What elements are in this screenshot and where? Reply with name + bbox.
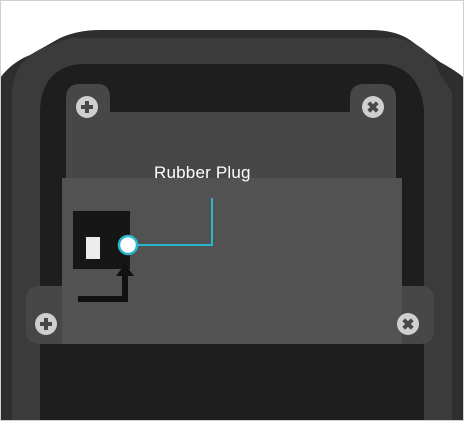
bottom-left-screw-icon — [35, 313, 57, 335]
bottom-right-screw-icon — [397, 313, 419, 335]
top-right-screw-icon — [362, 96, 384, 118]
device-diagram: Rubber Plug — [0, 0, 464, 421]
device-illustration — [0, 0, 464, 421]
top-left-screw-icon — [76, 96, 98, 118]
rubber-plug-stub — [86, 237, 100, 259]
rubber-plug-label: Rubber Plug — [154, 163, 251, 182]
callout-marker — [117, 234, 139, 256]
